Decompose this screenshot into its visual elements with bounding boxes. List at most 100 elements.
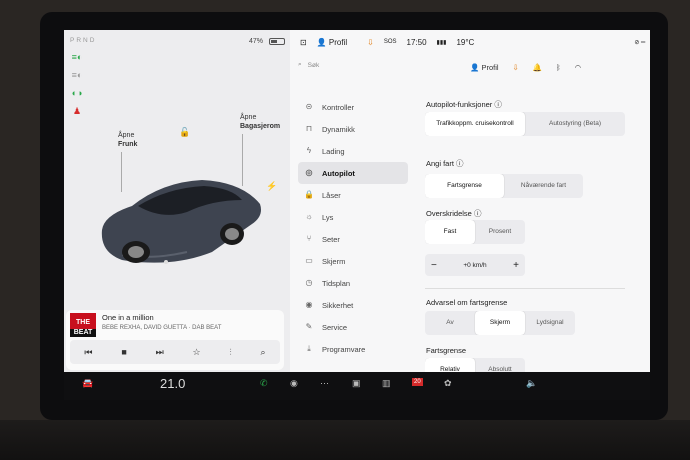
media-icon[interactable]: ▣ <box>352 378 361 389</box>
profile-status[interactable]: 👤 Profil <box>317 38 347 47</box>
sos-icon[interactable]: SOS <box>384 39 397 45</box>
info-icon: ⓘ <box>473 209 482 218</box>
station-logo: THE BEAT <box>70 313 96 337</box>
indicator-icons: ≡◐ ≡◐ ◐◑ ♟ <box>70 52 84 117</box>
download-icon[interactable]: ⇩ <box>513 63 519 72</box>
offset-label: Overskridelse ⓘ <box>426 209 482 218</box>
phone-icon[interactable]: ✆ <box>260 378 268 389</box>
minus-button[interactable]: − <box>431 260 437 271</box>
car-image <box>101 180 261 264</box>
info-icon: ⓘ <box>494 100 502 109</box>
seat-icon: ⑂ <box>306 234 312 243</box>
touchscreen: PRND 47% ≡◐ ≡◐ ◐◑ ♟ Åpne Frunk 🔓 Åpne Ba… <box>64 30 650 372</box>
battery-icon <box>269 38 285 45</box>
option-off[interactable]: Av <box>425 311 475 335</box>
cabin-temp[interactable]: 21.0 <box>160 376 185 391</box>
menu-item-kontroller[interactable]: ⊝ Kontroller <box>298 96 408 118</box>
option-speed-limit[interactable]: Fartsgrense <box>425 174 504 198</box>
light-icon: ☼ <box>305 212 313 221</box>
lock-icon: 🔒 <box>304 190 314 199</box>
set-speed-selector: Fartsgrense Nåværende fart <box>425 174 583 198</box>
menu-item-tidsplan[interactable]: ◷ Tidsplan <box>298 272 408 294</box>
autopilot-features-label: Autopilot-funksjoner ⓘ <box>426 100 502 109</box>
battery-percent: 47% <box>249 38 264 45</box>
info-icon: ⓘ <box>456 159 464 168</box>
speed-warning-label: Advarsel om fartsgrense <box>426 298 508 307</box>
menu-item-autopilot[interactable]: ◎ Autopilot <box>298 162 408 184</box>
speed-limit-selector: Relativ Absolutt <box>425 358 525 372</box>
games-icon[interactable]: ✿ <box>444 378 452 389</box>
menu-item-sikkerhet[interactable]: ◉ Sikkerhet <box>298 294 408 316</box>
toggle-icon: ⊝ <box>305 102 313 111</box>
set-speed-label: Angi fart ⓘ <box>426 159 464 168</box>
offset-selector: Fast Prosent <box>425 220 525 244</box>
search-icon[interactable]: ⌕ <box>260 347 265 358</box>
parking-light-icon: ◐◑ <box>71 88 83 98</box>
menu-item-seter[interactable]: ⑂ Seter <box>298 228 408 250</box>
speed-warning-selector: Av Skjerm Lydsignal <box>425 311 575 335</box>
speed-limit-label: Fartsgrense <box>426 346 467 355</box>
wifi-icon[interactable]: ◠ <box>575 63 582 72</box>
gear-indicator: PRND <box>70 37 97 44</box>
previous-icon[interactable]: ⏮ <box>84 347 92 358</box>
equalizer-icon[interactable]: ⫶ <box>229 347 231 358</box>
display-icon: ▭ <box>305 256 313 265</box>
autohigh-icon: ≡◐ <box>71 70 83 80</box>
dashboard <box>0 420 690 460</box>
option-chime[interactable]: Lydsignal <box>525 311 575 335</box>
seatbelt-icon: ♟ <box>72 106 82 116</box>
bluetooth-icon[interactable]: ᛒ <box>556 63 561 72</box>
menu-item-lys[interactable]: ☼ Lys <box>298 206 408 228</box>
option-autosteer[interactable]: Autostyring (Beta) <box>525 112 625 136</box>
settings-panel: ⌕ Søk 👤 Profil ⇩ 🔔 ᛒ ◠ ⊝ Kontroller ⊓ Dyna… <box>290 30 650 372</box>
option-tacc[interactable]: Trafikkoppm. cruisekontroll <box>425 112 525 136</box>
car-icon: ⊓ <box>305 124 313 133</box>
option-relative[interactable]: Relativ <box>425 358 475 372</box>
option-display[interactable]: Skjerm <box>475 311 525 335</box>
apps-icon[interactable]: ⋯ <box>320 378 329 389</box>
camera-icon[interactable]: ◉ <box>290 378 298 389</box>
lock-status-icon[interactable]: ⊡ <box>300 38 307 47</box>
menu-item-lading[interactable]: ϟ Lading <box>298 140 408 162</box>
next-icon[interactable]: ⏭ <box>156 347 164 358</box>
favorite-star-icon[interactable]: ☆ <box>193 347 201 358</box>
clock-time: 17:50 <box>406 37 427 47</box>
bottom-taskbar: 🚘 21.0 ✆ ◉ ⋯ ▣ ▥ 20 ✿ 🔈 <box>64 372 650 400</box>
stop-icon[interactable]: ■ <box>121 347 126 357</box>
airbag-icon: ⊘ ═ <box>634 39 646 46</box>
update-icon[interactable]: ⇩ <box>367 38 374 47</box>
car-icon[interactable]: 🚘 <box>82 378 93 389</box>
profile-button[interactable]: 👤 Profil <box>470 63 499 72</box>
shield-icon: ◉ <box>305 300 313 309</box>
menu-item-skjerm[interactable]: ▭ Skjerm <box>298 250 408 272</box>
unlock-icon[interactable]: 🔓 <box>179 128 190 137</box>
wrench-icon: ✎ <box>305 322 313 331</box>
status-bar: ⊡ 👤 Profil ⇩ SOS 17:50 ▮▮▮ 19°C ⊘ ═ <box>300 34 645 50</box>
settings-search[interactable]: ⌕ Søk <box>298 61 319 69</box>
option-percent[interactable]: Prosent <box>475 220 525 244</box>
option-absolute[interactable]: Absolutt <box>475 358 525 372</box>
menu-item-service[interactable]: ✎ Service <box>298 316 408 338</box>
option-fixed[interactable]: Fast <box>425 220 475 244</box>
energy-icon[interactable]: ▥ <box>382 378 391 389</box>
trunk-open-link[interactable]: Åpne Bagasjerom <box>240 113 280 131</box>
menu-item-dynamikk[interactable]: ⊓ Dynamikk <box>298 118 408 140</box>
headlight-icon: ≡◐ <box>71 52 83 62</box>
settings-toolbar: 👤 Profil ⇩ 🔔 ᛒ ◠ <box>470 63 581 72</box>
steering-wheel-icon: ◎ <box>305 168 313 177</box>
option-current-speed[interactable]: Nåværende fart <box>504 174 583 198</box>
volume-icon[interactable]: 🔈 <box>526 378 537 389</box>
menu-item-programvare[interactable]: ⤓ Programvare <box>298 338 408 360</box>
media-controls: ⏮ ■ ⏭ ☆ ⫶ ⌕ <box>70 340 280 364</box>
outside-temp: 19°C <box>456 37 475 47</box>
offset-value: +0 km/h <box>463 261 487 269</box>
settings-menu: ⊝ Kontroller ⊓ Dynamikk ϟ Lading ◎ Autopilot… <box>298 96 408 360</box>
frunk-open-link[interactable]: Åpne Frunk <box>118 131 137 149</box>
plus-button[interactable]: + <box>513 260 519 271</box>
menu-item-laser[interactable]: 🔒 Låser <box>298 184 408 206</box>
bell-icon[interactable]: 🔔 <box>533 63 542 72</box>
autopilot-features-selector: Trafikkoppm. cruisekontroll Autostyring … <box>425 112 625 136</box>
song-title: One in a million <box>102 313 154 322</box>
media-player: THE BEAT One in a million BEBE REXHA, DAV… <box>66 310 284 370</box>
calendar-icon[interactable]: 20 <box>412 378 423 386</box>
